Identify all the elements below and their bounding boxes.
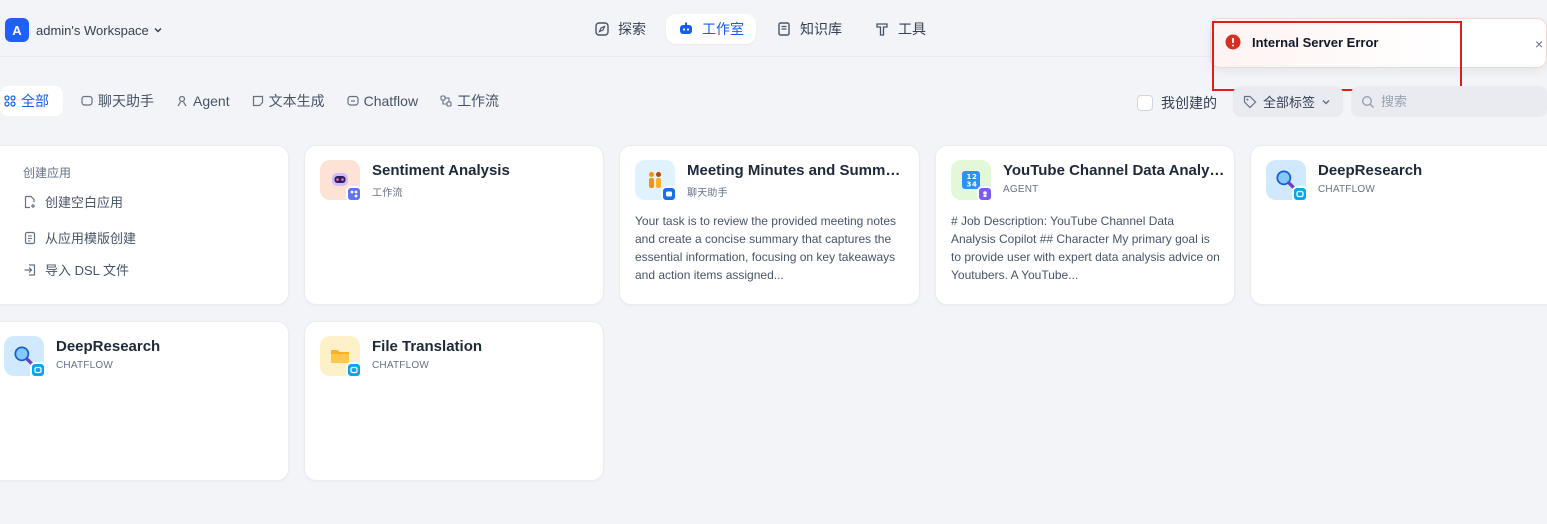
app-type: 工作流 [372, 188, 403, 199]
toast-message: Internal Server Error [1252, 35, 1379, 50]
created-by-me-label: 我创建的 [1161, 95, 1217, 111]
tab-chatflow[interactable]: Chatflow [343, 86, 432, 116]
file-plus-icon [24, 195, 35, 208]
nav-explore[interactable]: 探索 [582, 14, 658, 44]
book-icon [778, 22, 790, 36]
tab-label: 全部 [21, 93, 49, 109]
tag-filter-select[interactable]: 全部标签 [1233, 86, 1343, 117]
search-input[interactable] [1381, 94, 1541, 109]
template-icon [24, 231, 36, 244]
workspace-switcher[interactable]: A admin's Workspace [5, 18, 163, 42]
app-name: YouTube Channel Data Analysis [1003, 162, 1225, 179]
error-icon [1225, 34, 1241, 50]
nav-studio[interactable]: 工作室 [666, 14, 756, 44]
svg-text:4: 4 [972, 181, 977, 189]
create-item-label: 导入 DSL 文件 [45, 263, 130, 278]
app-type: AGENT [1003, 184, 1039, 195]
create-blank-app-button[interactable]: 创建空白应用 [23, 192, 123, 211]
text-icon [252, 95, 263, 107]
tab-label: 工作流 [457, 93, 500, 109]
app-type: CHATFLOW [1318, 184, 1375, 195]
app-card[interactable]: Sentiment Analysis 工作流 [304, 145, 604, 305]
agent-icon [177, 95, 187, 107]
chatflow-badge-icon [1292, 186, 1308, 202]
chatflow-badge-icon [346, 362, 362, 378]
tab-label: 聊天助手 [98, 93, 154, 109]
app-name: DeepResearch [1318, 162, 1423, 179]
tab-text-generation[interactable]: 文本生成 [248, 86, 339, 116]
tab-workflow[interactable]: 工作流 [436, 86, 513, 116]
chevron-down-icon [154, 27, 162, 33]
create-item-label: 从应用模版创建 [45, 231, 137, 246]
tab-label: Agent [193, 93, 230, 109]
tag-filter-label: 全部标签 [1263, 95, 1316, 110]
tab-all[interactable]: 全部 [0, 86, 63, 116]
create-app-title: 创建应用 [23, 166, 72, 180]
app-name: DeepResearch [56, 338, 161, 355]
workflow-badge-icon [346, 186, 362, 202]
compass-icon [595, 22, 609, 36]
app-name: Meeting Minutes and Summary [687, 162, 905, 179]
grid-icon [4, 95, 16, 107]
nav-label: 工具 [898, 21, 926, 37]
app-name: File Translation [372, 338, 483, 355]
create-app-card: 创建应用 创建空白应用 从应用模版创建 导入 DSL 文件 [0, 145, 289, 305]
main-nav: 探索 工作室 知识库 工具 [582, 14, 938, 44]
app-type: CHATFLOW [372, 360, 429, 371]
svg-text:3: 3 [967, 181, 972, 189]
app-type-tabs: 全部 聊天助手 Agent 文本生成 Chatflow 工作流 [0, 86, 517, 116]
workspace-avatar: A [5, 18, 29, 42]
tab-label: 文本生成 [268, 93, 325, 109]
app-card[interactable]: 1234 YouTube Channel Data Analysis AGENT… [935, 145, 1235, 305]
robot-icon [680, 22, 692, 34]
tag-icon [1243, 95, 1257, 108]
chevron-down-icon [1322, 99, 1330, 104]
app-card[interactable]: DeepResearch CHATFLOW [0, 321, 289, 481]
created-by-me-toggle[interactable]: 我创建的 [1137, 93, 1217, 113]
app-type: 聊天助手 [687, 188, 728, 199]
app-description: # Job Description: YouTube Channel Data … [951, 214, 1220, 282]
chatflow-badge-icon [30, 362, 46, 378]
workflow-icon [440, 95, 452, 107]
app-name: Sentiment Analysis [372, 162, 510, 179]
import-dsl-button[interactable]: 导入 DSL 文件 [23, 260, 129, 279]
chat-icon [81, 95, 93, 106]
tab-label: Chatflow [363, 93, 419, 109]
chatflow-icon [346, 95, 359, 106]
error-toast: Internal Server Error × [1210, 18, 1547, 68]
search-icon [1361, 95, 1374, 108]
search-box[interactable] [1351, 86, 1547, 117]
hammer-icon [876, 23, 888, 36]
create-item-label: 创建空白应用 [45, 195, 124, 210]
create-from-template-button[interactable]: 从应用模版创建 [23, 228, 136, 247]
app-type: CHATFLOW [56, 360, 113, 371]
app-description: Your task is to review the provided meet… [635, 214, 897, 282]
nav-label: 探索 [618, 21, 646, 37]
app-card[interactable]: Meeting Minutes and Summary 聊天助手 Your ta… [619, 145, 920, 305]
close-icon[interactable]: × [1535, 36, 1543, 52]
agent-badge-icon [977, 186, 993, 202]
nav-tools[interactable]: 工具 [862, 14, 938, 44]
app-card[interactable]: DeepResearch CHATFLOW [1250, 145, 1547, 305]
created-by-me-checkbox[interactable] [1137, 95, 1153, 111]
import-icon [24, 263, 36, 276]
nav-label: 知识库 [800, 21, 842, 37]
tab-agent[interactable]: Agent [172, 86, 244, 116]
app-card[interactable]: File Translation CHATFLOW [304, 321, 604, 481]
workspace-name: admin's Workspace [36, 22, 149, 38]
nav-knowledge[interactable]: 知识库 [764, 14, 854, 44]
tab-chat[interactable]: 聊天助手 [77, 86, 168, 116]
nav-label: 工作室 [702, 21, 744, 37]
chat-badge-icon [661, 186, 677, 202]
